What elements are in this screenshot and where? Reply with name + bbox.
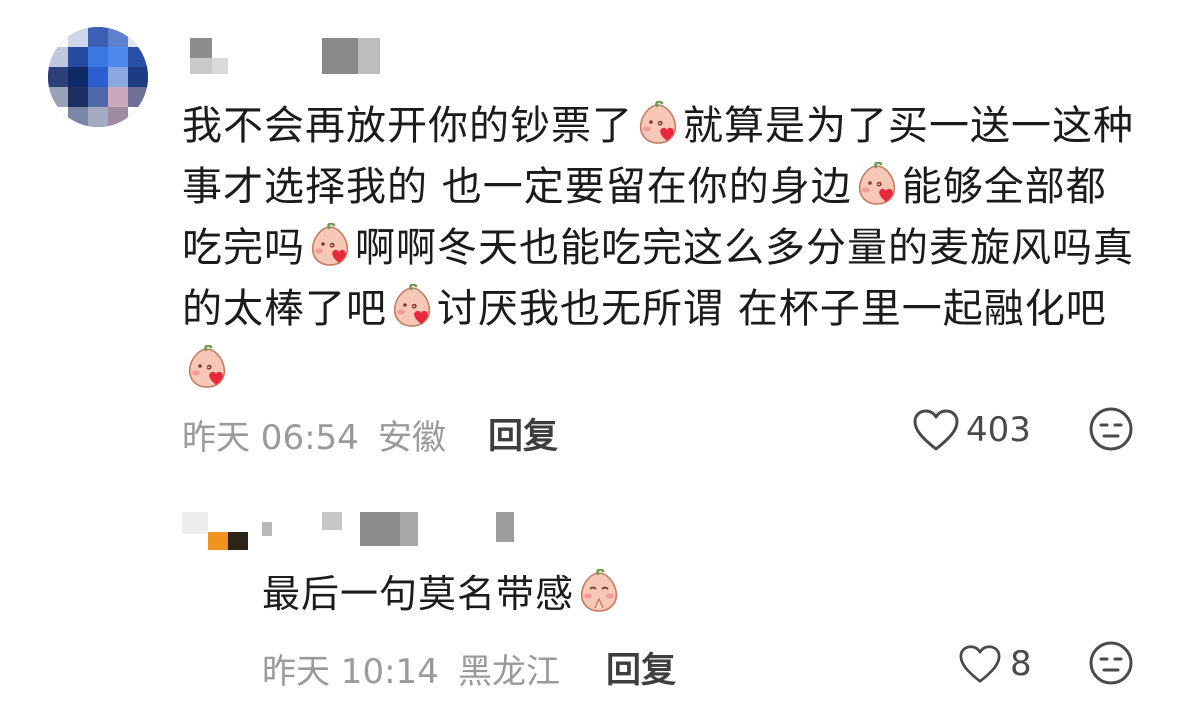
comment-time: 昨天 06:54	[182, 418, 359, 458]
reply-text: 最后一句莫名带感	[262, 566, 624, 622]
reply-like-button[interactable]: 8	[958, 638, 1032, 690]
heart-outline-icon	[958, 644, 1002, 684]
reply-button[interactable]: 回复	[488, 408, 558, 459]
heart-outline-icon	[912, 408, 960, 452]
dislike-face-icon[interactable]	[1088, 406, 1134, 452]
peach-blush-emoji	[389, 283, 435, 330]
comment-text: 我不会再放开你的钞票了 就算是为了买一送一这种事才选择我的 也一定要留在你的身边能…	[182, 96, 1142, 401]
dislike-face-icon[interactable]	[1088, 640, 1134, 686]
reply-location: 黑龙江	[458, 652, 560, 692]
reply-time: 昨天 10:14	[262, 652, 439, 692]
peach-blush-emoji	[307, 222, 353, 269]
like-button[interactable]: 403	[912, 404, 1031, 456]
peach-praying-emoji	[576, 568, 622, 615]
comment-text-run: 讨厌我也无所谓 在杯子里一起融化吧	[437, 286, 1107, 332]
peach-blush-emoji	[854, 161, 900, 208]
reply-reply-button[interactable]: 回复	[606, 642, 676, 693]
reply-like-count: 8	[1010, 644, 1032, 684]
avatar[interactable]	[48, 27, 148, 127]
comment-text-run: 我不会再放开你的钞票了	[182, 103, 633, 149]
reply-text-body: 最后一句莫名带感	[262, 572, 575, 616]
like-count: 403	[966, 410, 1031, 450]
peach-blush-emoji	[184, 344, 230, 391]
peach-blush-emoji	[635, 100, 681, 147]
comment-location: 安徽	[378, 418, 446, 458]
